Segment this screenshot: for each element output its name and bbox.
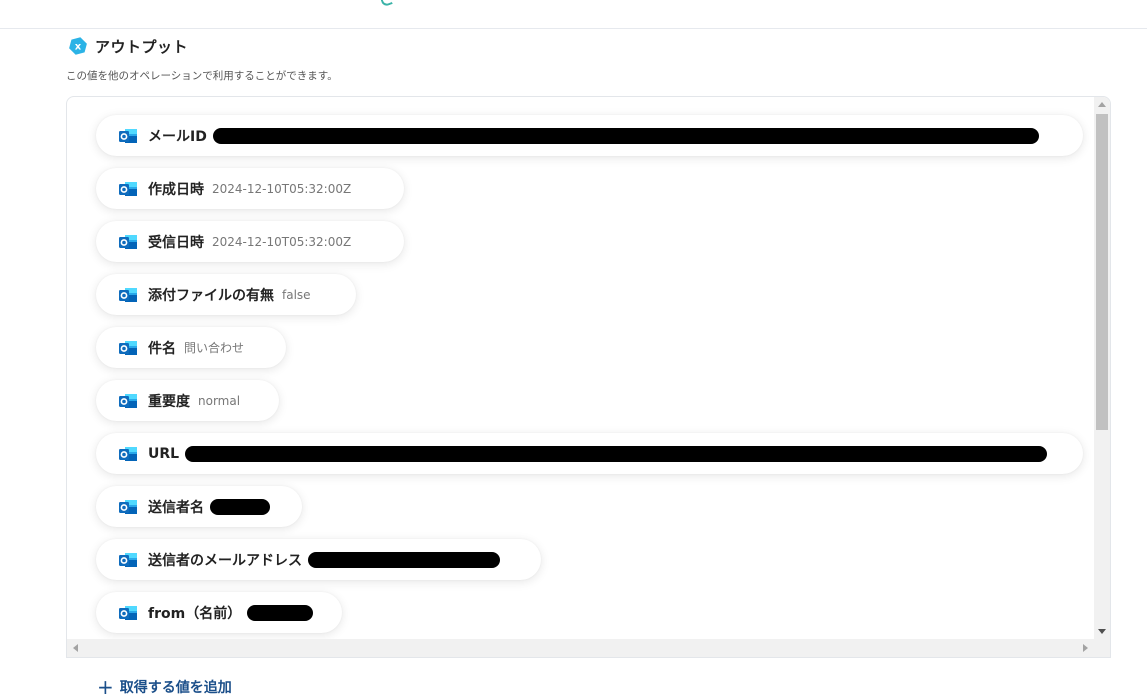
add-value-button[interactable]: + 取得する値を追加 xyxy=(97,677,232,697)
outlook-icon xyxy=(119,445,148,463)
output-item-label: 送信者名 xyxy=(148,499,204,516)
output-item-value: 2024-12-10T05:32:00Z xyxy=(212,181,352,196)
output-item-value: 問い合わせ xyxy=(184,341,245,355)
redacted-value xyxy=(247,604,314,621)
redacted-value xyxy=(185,445,1048,462)
vertical-scrollbar[interactable] xyxy=(1094,97,1110,639)
output-item-label: 受信日時 xyxy=(148,234,204,251)
output-item-label: from（名前） xyxy=(148,605,242,622)
plus-icon: + xyxy=(97,675,114,699)
output-item-label: メールID xyxy=(148,128,207,145)
outlook-icon xyxy=(119,604,148,622)
redacted-value xyxy=(210,498,270,515)
outlook-icon xyxy=(119,339,148,357)
section-description: この値を他のオペレーションで利用することができます。 xyxy=(66,70,338,82)
scroll-right-arrow-icon[interactable] xyxy=(1083,644,1088,652)
output-section-header: x アウトプット xyxy=(68,35,188,57)
output-item-label: URL xyxy=(148,445,180,462)
scroll-down-arrow-icon[interactable] xyxy=(1098,629,1106,634)
svg-text:x: x xyxy=(75,42,82,53)
output-item-value: false xyxy=(282,287,311,302)
output-item-label: 重要度 xyxy=(148,393,190,410)
scroll-up-arrow-icon[interactable] xyxy=(1098,102,1106,107)
output-item-label: 件名 xyxy=(148,340,176,357)
scroll-left-arrow-icon[interactable] xyxy=(73,644,78,652)
top-bar-tab-indicator xyxy=(379,0,393,8)
redacted-value xyxy=(308,551,500,568)
add-value-label: 取得する値を追加 xyxy=(119,680,232,696)
horizontal-scrollbar[interactable] xyxy=(67,639,1110,657)
outlook-icon xyxy=(119,498,148,516)
output-item-value: 2024-12-10T05:32:00Z xyxy=(212,234,352,249)
outlook-icon xyxy=(119,551,148,569)
section-title: アウトプット xyxy=(95,37,189,56)
output-item[interactable]: 送信者のメールアドレス xyxy=(96,539,541,580)
outlook-icon xyxy=(119,180,148,198)
output-list-panel: メールID 作成日時 2024-12-10T05:32:00Z 受信日時 2024-12… xyxy=(66,96,1111,658)
top-bar xyxy=(0,0,1147,29)
outlook-icon xyxy=(119,286,148,304)
output-item[interactable]: メールID xyxy=(96,115,1083,156)
output-item[interactable]: URL xyxy=(96,433,1083,474)
outlook-icon xyxy=(119,233,148,251)
redacted-value xyxy=(212,127,1039,144)
output-item[interactable]: 送信者名 xyxy=(96,486,302,527)
output-item-label: 作成日時 xyxy=(148,181,204,198)
output-item-label: 送信者のメールアドレス xyxy=(148,552,302,569)
output-item[interactable]: 重要度 normal xyxy=(96,380,279,421)
output-item[interactable]: 件名 問い合わせ xyxy=(96,327,286,368)
outlook-icon xyxy=(119,392,148,410)
output-item[interactable]: from（名前） xyxy=(96,592,342,633)
hexagon-x-icon: x xyxy=(68,36,88,56)
scrollbar-thumb[interactable] xyxy=(1096,114,1108,430)
output-list: メールID 作成日時 2024-12-10T05:32:00Z 受信日時 2024-12… xyxy=(67,97,1094,639)
output-item-label: 添付ファイルの有無 xyxy=(148,287,274,304)
output-item[interactable]: 受信日時 2024-12-10T05:32:00Z xyxy=(96,221,404,262)
output-item[interactable]: 添付ファイルの有無 false xyxy=(96,274,356,315)
output-item-value: normal xyxy=(198,393,241,408)
output-item[interactable]: 作成日時 2024-12-10T05:32:00Z xyxy=(96,168,404,209)
outlook-icon xyxy=(119,127,148,145)
